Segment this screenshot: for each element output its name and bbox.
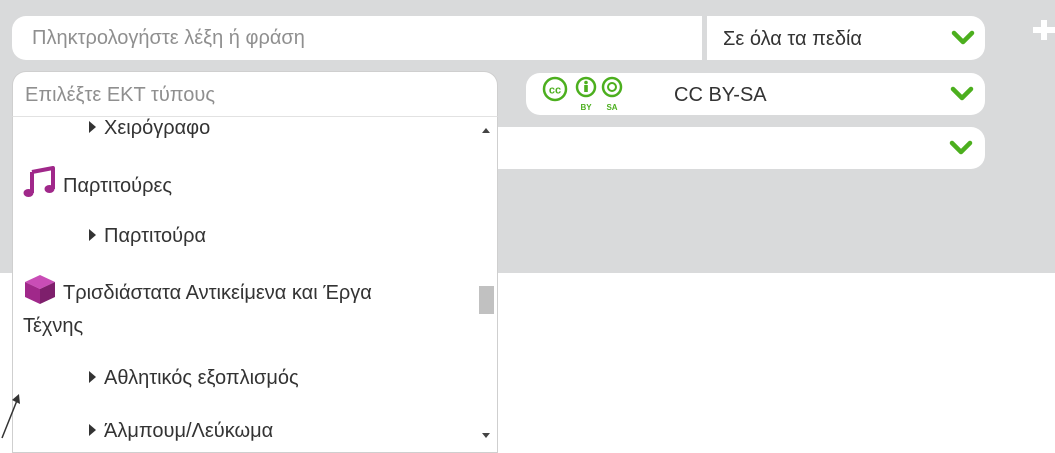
option-label-line2: Τέχνης bbox=[23, 315, 84, 337]
caret-right-icon bbox=[89, 229, 96, 241]
scroll-down-arrow-icon[interactable] bbox=[482, 433, 490, 438]
option-label: Τρισδιάστατα Αντικείμενα και Έργα bbox=[63, 282, 372, 304]
scope-select-value: Σε όλα τα πεδία bbox=[723, 28, 862, 50]
type-dropdown-list: Χειρόγραφο Παρτιτούρες Παρτιτούρα Τρισδι… bbox=[12, 116, 498, 453]
license-select-value: CC BY-SA bbox=[674, 84, 767, 106]
add-field-icon[interactable] bbox=[1033, 18, 1055, 40]
scrollbar[interactable] bbox=[475, 117, 497, 452]
list-item[interactable]: Παρτιτούρες bbox=[23, 166, 172, 203]
option-label: Άλμπουμ/Λεύκωμα bbox=[104, 420, 274, 442]
scope-select[interactable]: Σε όλα τα πεδία bbox=[707, 16, 985, 60]
chevron-down-icon bbox=[950, 86, 974, 101]
svg-text:SA: SA bbox=[606, 103, 617, 112]
option-label: Παρτιτούρα bbox=[104, 225, 207, 247]
list-item[interactable]: Άλμπουμ/Λεύκωμα bbox=[89, 415, 273, 448]
caret-right-icon bbox=[89, 371, 96, 383]
scroll-up-arrow-icon[interactable] bbox=[482, 128, 490, 133]
search-field[interactable] bbox=[12, 16, 702, 60]
license-select[interactable]: cc BY SA CC BY-SA bbox=[526, 73, 985, 115]
cc-icon: cc bbox=[542, 76, 568, 102]
list-item[interactable]: Χειρόγραφο bbox=[89, 117, 211, 145]
by-icon: BY bbox=[575, 76, 597, 112]
search-input[interactable] bbox=[12, 16, 702, 60]
list-item[interactable]: Παρτιτούρα bbox=[89, 220, 206, 253]
scrollbar-thumb[interactable] bbox=[479, 286, 494, 314]
option-label: Παρτιτούρες bbox=[63, 175, 173, 197]
list-item[interactable]: Αθλητικός εξοπλισμός bbox=[89, 362, 299, 395]
caret-right-icon bbox=[89, 424, 96, 436]
cube-icon bbox=[25, 275, 55, 304]
filter-select[interactable] bbox=[497, 127, 985, 169]
music-note-icon bbox=[23, 166, 55, 197]
chevron-down-icon bbox=[951, 30, 975, 45]
list-item[interactable]: Τρισδιάστατα Αντικείμενα και Έργα Τέχνης bbox=[23, 273, 463, 343]
chevron-down-icon bbox=[949, 140, 973, 155]
sa-icon: SA bbox=[601, 76, 623, 112]
option-label: Αθλητικός εξοπλισμός bbox=[104, 367, 299, 389]
type-select[interactable]: Επιλέξτε ΕΚΤ τύπους bbox=[12, 71, 498, 117]
cc-by-sa-badge-icon: cc BY SA bbox=[542, 76, 623, 112]
caret-right-icon bbox=[89, 121, 96, 133]
svg-text:BY: BY bbox=[580, 103, 592, 112]
type-select-placeholder: Επιλέξτε ΕΚΤ τύπους bbox=[25, 84, 215, 106]
option-label: Χειρόγραφο bbox=[104, 117, 211, 139]
pointer-arrow-icon bbox=[1, 394, 20, 439]
svg-text:cc: cc bbox=[549, 85, 561, 97]
